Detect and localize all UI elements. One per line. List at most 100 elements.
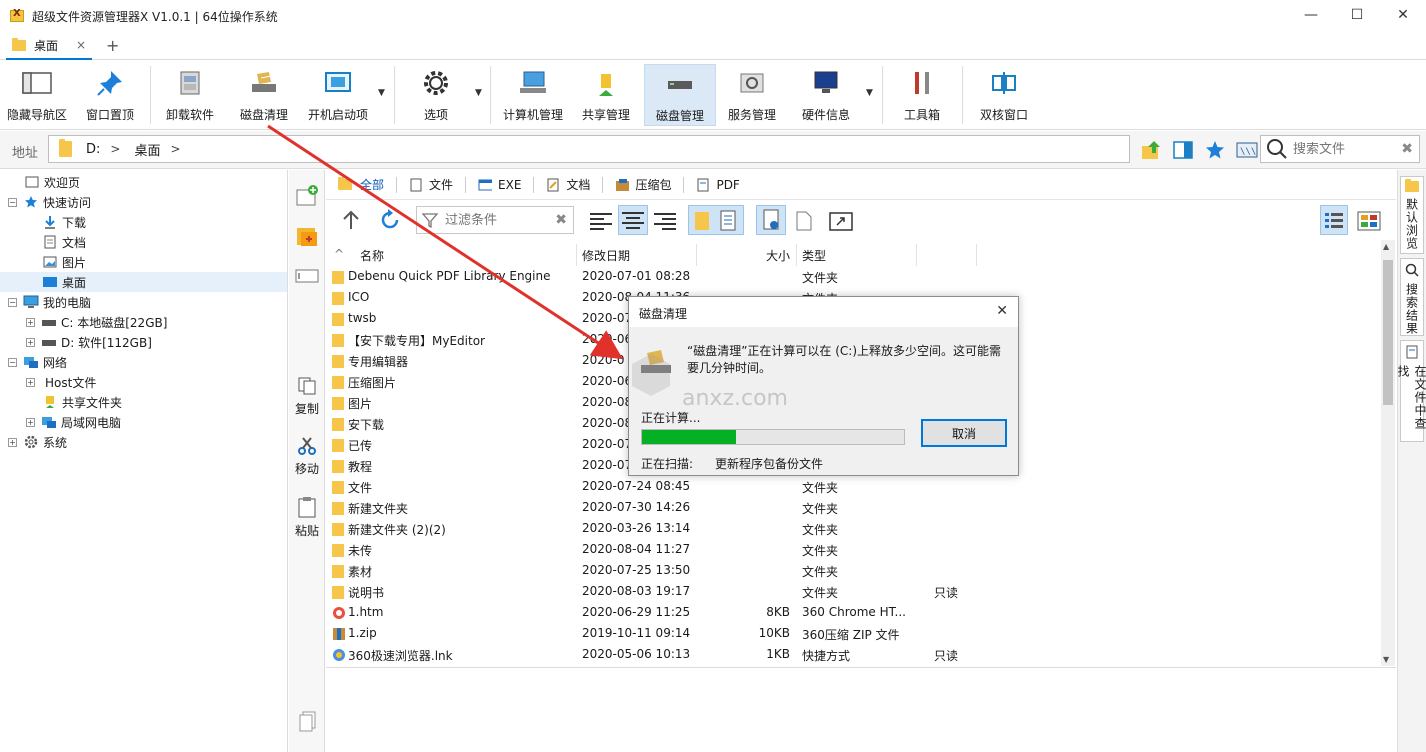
startup-button[interactable]: 开机启动项 — [306, 64, 370, 126]
column-name[interactable]: 名称 — [360, 247, 384, 264]
tree-item-pictures[interactable]: 图片 — [42, 252, 86, 272]
tab-file[interactable]: 文件 — [409, 176, 453, 193]
scroll-up-icon[interactable]: ▲ — [1383, 242, 1389, 251]
tab-close-icon[interactable]: × — [76, 38, 86, 52]
arrow-up-icon[interactable] — [340, 209, 362, 231]
tab-desktop[interactable]: 桌面 × — [6, 32, 92, 60]
service-mgmt-button[interactable]: 服务管理 — [724, 64, 780, 126]
dialog-close-button[interactable]: ✕ — [996, 303, 1008, 319]
align-center-button[interactable] — [618, 205, 648, 235]
clear-filter-icon[interactable]: ✖ — [555, 212, 567, 228]
column-date[interactable]: 修改日期 — [582, 247, 630, 264]
close-window-button[interactable]: ✕ — [1380, 0, 1426, 30]
table-row[interactable]: 360极速浏览器.lnk 2020-05-06 10:13 1KB 快捷方式 只读 — [326, 644, 966, 665]
address-field[interactable]: D: > 桌面 > — [48, 135, 1130, 163]
table-row[interactable]: 说明书 2020-08-03 19:17 文件夹 只读 — [326, 581, 966, 602]
blank-file-icon[interactable] — [794, 210, 814, 232]
tree-item-drive-d[interactable]: + D: 软件[112GB] — [26, 332, 152, 352]
toolbox-button[interactable]: 工具箱 — [896, 64, 948, 126]
rename-button[interactable] — [289, 268, 325, 284]
filter-box[interactable]: ✖ — [416, 206, 574, 234]
dual-window-button[interactable]: 双核窗口 — [976, 64, 1032, 126]
tree-item-shared-folder[interactable]: 共享文件夹 — [42, 392, 122, 412]
tree-item-desktop[interactable]: 桌面 — [0, 272, 287, 292]
layout-icon[interactable] — [1172, 139, 1194, 161]
expand-icon[interactable]: + — [8, 437, 17, 447]
cancel-button[interactable]: 取消 — [921, 419, 1007, 447]
tree-item-welcome[interactable]: 欢迎页 — [24, 172, 80, 192]
refresh-icon[interactable] — [378, 208, 402, 232]
tab-default-browse[interactable]: 默认浏览 — [1400, 176, 1424, 254]
tree-item-quick-access[interactable]: − 快速访问 — [8, 192, 91, 212]
tree-item-documents[interactable]: 文档 — [42, 232, 86, 252]
preview-button[interactable] — [756, 205, 786, 235]
tab-doc[interactable]: 文档 — [546, 176, 590, 193]
filter-input[interactable] — [445, 212, 555, 228]
scroll-down-icon[interactable]: ▼ — [1383, 655, 1389, 664]
align-right-icon[interactable] — [652, 209, 678, 233]
new-folder-button[interactable] — [289, 184, 325, 208]
share-mgmt-button[interactable]: 共享管理 — [578, 64, 634, 126]
tree-item-host-file[interactable]: + Host文件 — [26, 372, 96, 392]
tree-item-my-computer[interactable]: − 我的电脑 — [8, 292, 91, 312]
details-view-button[interactable] — [1320, 205, 1348, 235]
tab-pdf[interactable]: PDF — [696, 178, 740, 192]
tree-item-drive-c[interactable]: + C: 本地磁盘[22GB] — [26, 312, 167, 332]
align-left-icon[interactable] — [588, 209, 614, 233]
breadcrumb-chevron[interactable]: > — [110, 142, 120, 156]
tree-item-downloads[interactable]: 下载 — [42, 212, 86, 232]
terminal-icon[interactable]: \\\ — [1236, 139, 1258, 161]
table-row[interactable]: 文件 2020-07-24 08:45 文件夹 — [326, 476, 966, 497]
vertical-scrollbar[interactable]: ▲ ▼ — [1381, 240, 1395, 666]
open-external-icon[interactable] — [828, 209, 854, 233]
table-row[interactable]: Debenu Quick PDF Library Engine 2020-07-0… — [326, 266, 966, 287]
copy-button[interactable]: 复制 — [289, 376, 325, 417]
table-row[interactable]: 素材 2020-07-25 13:50 文件夹 — [326, 560, 966, 581]
paste-button[interactable]: 粘贴 — [289, 496, 325, 539]
sort-icon[interactable]: ^ — [334, 247, 344, 261]
breadcrumb-drive[interactable]: D: — [86, 142, 100, 157]
table-row[interactable]: 新建文件夹 2020-07-30 14:26 文件夹 — [326, 497, 966, 518]
tab-exe[interactable]: EXE — [478, 178, 521, 192]
column-type[interactable]: 类型 — [802, 247, 826, 264]
tab-zip[interactable]: 压缩包 — [615, 176, 671, 193]
breadcrumb-chevron[interactable]: > — [170, 142, 180, 156]
maximize-button[interactable]: ☐ — [1334, 0, 1380, 30]
tree-item-lan[interactable]: + 局域网电脑 — [26, 412, 121, 432]
scroll-thumb[interactable] — [1383, 260, 1393, 405]
tab-find-in-file[interactable]: 在文件中查找 — [1396, 340, 1426, 442]
search-box[interactable]: ✖ — [1260, 135, 1420, 163]
computer-mgmt-button[interactable]: 计算机管理 — [500, 64, 566, 126]
view-toggle-button[interactable] — [688, 205, 744, 235]
tab-all[interactable]: 全部 — [338, 176, 384, 193]
disk-clean-button[interactable]: 磁盘清理 — [236, 64, 292, 126]
startup-dropdown-icon[interactable]: ▼ — [378, 88, 385, 98]
star-icon[interactable] — [1204, 139, 1226, 161]
column-size[interactable]: 大小 — [766, 247, 790, 264]
expand-icon[interactable]: + — [26, 417, 35, 427]
move-button[interactable]: 移动 — [289, 436, 325, 477]
expand-icon[interactable]: + — [26, 337, 35, 347]
collapse-icon[interactable]: − — [8, 197, 17, 207]
up-folder-icon[interactable] — [1140, 139, 1162, 161]
table-row[interactable]: 1.zip 2019-10-11 09:14 10KB 360压缩 ZIP 文件 — [326, 623, 966, 644]
pin-window-button[interactable]: 窗口置顶 — [82, 64, 138, 126]
hide-nav-button[interactable]: 隐藏导航区 — [6, 64, 68, 126]
table-row[interactable]: 1.htm 2020-06-29 11:25 8KB 360 Chrome HT... — [326, 602, 966, 623]
add-tab-button[interactable]: + — [106, 36, 119, 55]
expand-icon[interactable]: + — [26, 317, 35, 327]
hardware-dropdown-icon[interactable]: ▼ — [866, 88, 873, 98]
tab-search-results[interactable]: 搜索结果 — [1400, 258, 1424, 336]
table-row[interactable]: 新建文件夹 (2)(2) 2020-03-26 13:14 文件夹 — [326, 518, 966, 539]
collapse-icon[interactable]: − — [8, 357, 17, 367]
uninstall-button[interactable]: 卸载软件 — [162, 64, 218, 126]
tree-item-system[interactable]: + 系统 — [8, 432, 67, 452]
add-item-button[interactable] — [289, 224, 325, 248]
table-row[interactable]: 未传 2020-08-04 11:27 文件夹 — [326, 539, 966, 560]
tree-item-network[interactable]: − 网络 — [8, 352, 67, 372]
minimize-button[interactable]: — — [1288, 0, 1334, 30]
clipboard-list-button[interactable] — [289, 710, 325, 732]
expand-icon[interactable]: + — [26, 377, 35, 387]
thumbnail-view-icon[interactable] — [1356, 209, 1382, 233]
options-dropdown-icon[interactable]: ▼ — [475, 88, 482, 98]
